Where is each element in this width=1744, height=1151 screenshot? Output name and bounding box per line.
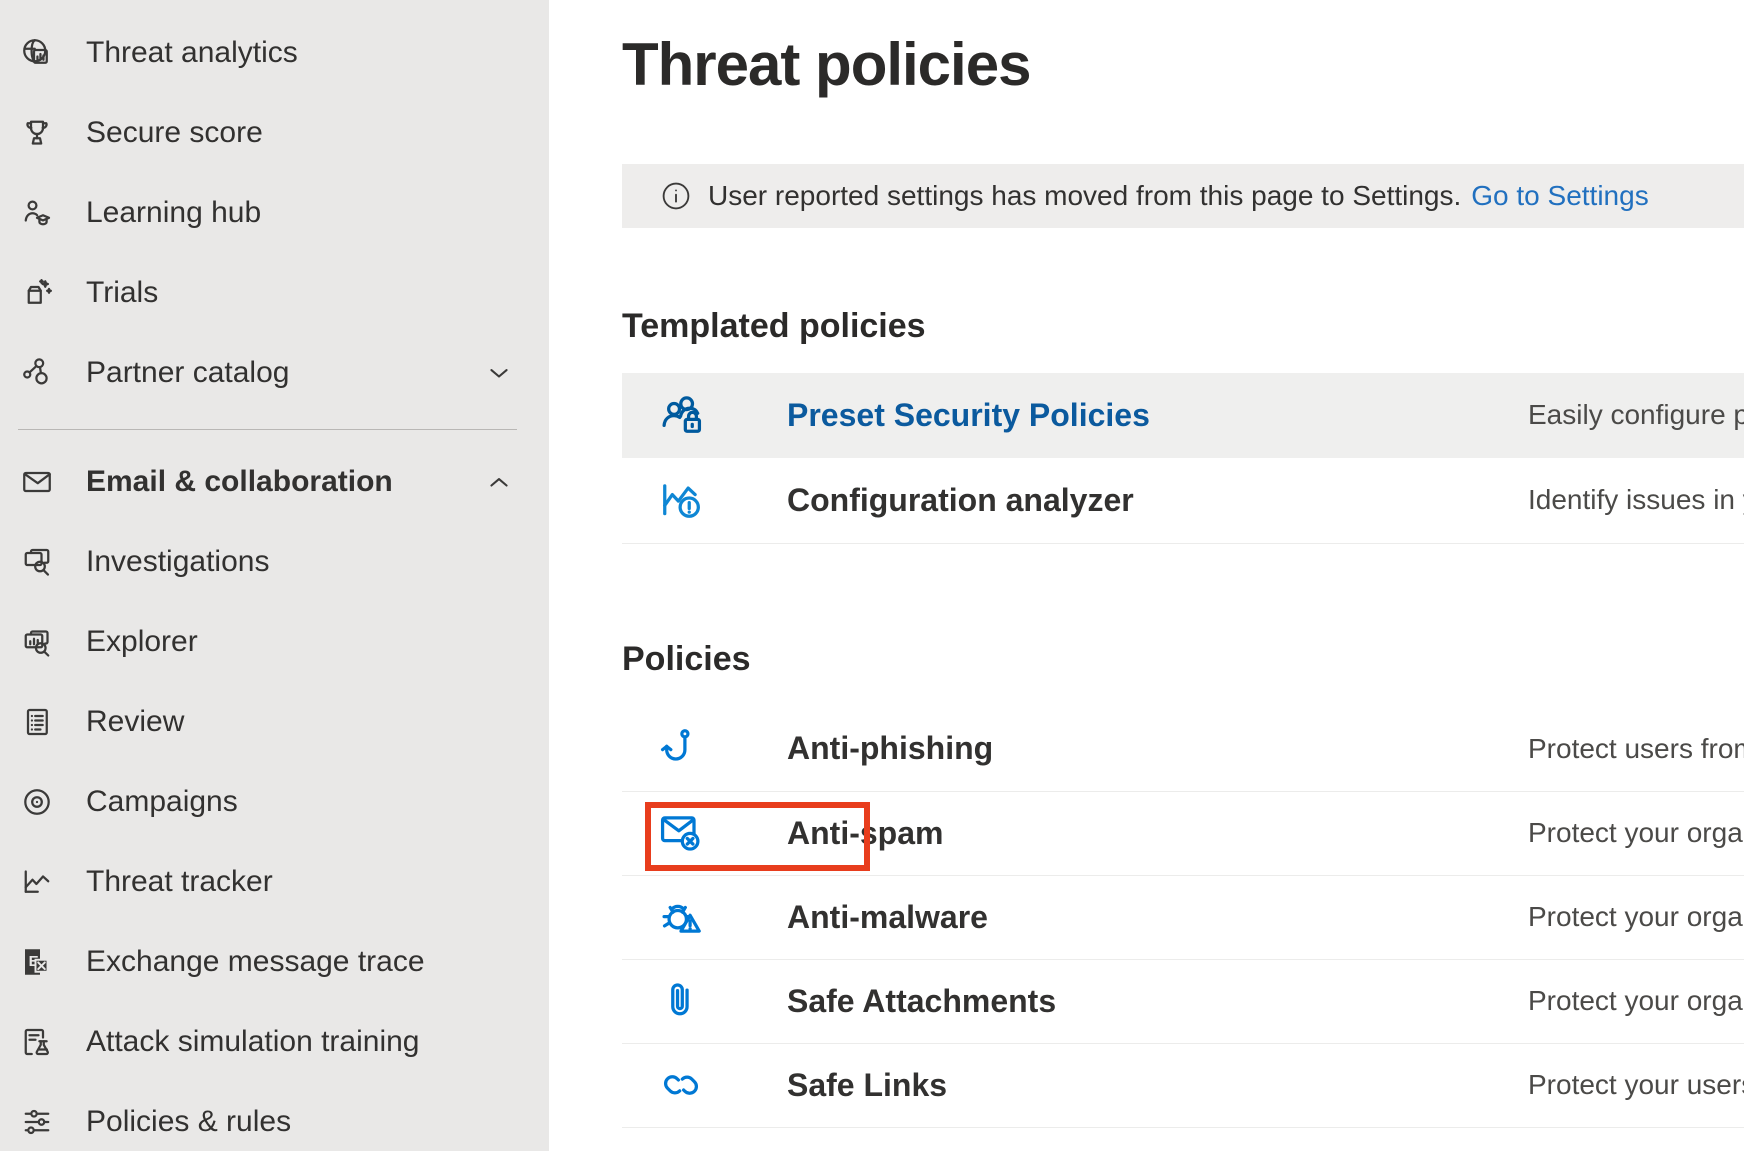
- policies-list: Anti-phishing Protect users from p Anti-…: [622, 707, 1744, 1128]
- sidebar-divider: [18, 429, 517, 430]
- policy-row-preset-security-policies[interactable]: Preset Security Policies Easily configur…: [622, 373, 1744, 458]
- sidebar-item-threat-tracker[interactable]: Threat tracker: [0, 842, 549, 922]
- sidebar-item-attack-simulation-training[interactable]: Attack simulation training: [0, 1002, 549, 1082]
- sidebar-item-learning-hub[interactable]: Learning hub: [0, 173, 549, 253]
- partner-catalog-icon: [18, 354, 56, 392]
- sidebar-item-label: Email & collaboration: [86, 465, 393, 499]
- sidebar-item-review[interactable]: Review: [0, 682, 549, 762]
- sidebar-item-label: Partner catalog: [86, 356, 289, 390]
- sidebar-item-label: Investigations: [86, 545, 269, 579]
- campaigns-icon: [18, 783, 56, 821]
- policy-row-description: Protect your users fr: [1528, 1069, 1744, 1101]
- sidebar-item-exchange-message-trace[interactable]: E Exchange message trace: [0, 922, 549, 1002]
- sidebar-item-label: Policies & rules: [86, 1105, 291, 1139]
- sidebar-item-explorer[interactable]: Explorer: [0, 602, 549, 682]
- paperclip-icon: [655, 975, 707, 1027]
- explorer-icon: [18, 623, 56, 661]
- trophy-icon: [18, 114, 56, 152]
- sidebar-item-label: Explorer: [86, 625, 198, 659]
- policy-row-description: Easily configure prot: [1528, 399, 1744, 431]
- review-icon: [18, 703, 56, 741]
- page-title: Threat policies: [622, 30, 1744, 101]
- sliders-icon: [18, 1103, 56, 1141]
- preset-security-policies-icon: [655, 389, 707, 441]
- go-to-settings-link[interactable]: Go to Settings: [1471, 180, 1648, 212]
- sidebar-item-label: Campaigns: [86, 785, 238, 819]
- policy-row-description: Identify issues in yo: [1528, 484, 1744, 516]
- policy-row-description: Protect your organiz: [1528, 985, 1744, 1017]
- defender-portal: Threat analytics Secure score: [0, 0, 1744, 1151]
- policy-row-safe-attachments[interactable]: Safe Attachments Protect your organiz: [622, 959, 1744, 1043]
- sidebar-item-label: Threat tracker: [86, 865, 273, 899]
- policy-row-anti-malware[interactable]: Anti-malware Protect your organiz: [622, 875, 1744, 959]
- section-heading-templated-policies: Templated policies: [622, 308, 1744, 344]
- policy-row-anti-phishing[interactable]: Anti-phishing Protect users from p: [622, 707, 1744, 791]
- chevron-down-icon[interactable]: [485, 359, 513, 387]
- anti-spam-icon: [655, 807, 707, 859]
- sidebar-item-label: Trials: [86, 276, 158, 310]
- attack-simulation-icon: [18, 1023, 56, 1061]
- learning-hub-icon: [18, 194, 56, 232]
- policy-row-configuration-analyzer[interactable]: Configuration analyzer Identify issues i…: [622, 458, 1744, 543]
- sidebar-item-label: Review: [86, 705, 184, 739]
- sidebar-item-secure-score[interactable]: Secure score: [0, 93, 549, 173]
- sidebar-item-investigations[interactable]: Investigations: [0, 522, 549, 602]
- configuration-analyzer-icon: [655, 474, 707, 526]
- sidebar-item-label: Secure score: [86, 116, 263, 150]
- threat-tracker-icon: [18, 863, 56, 901]
- policy-row-label[interactable]: Safe Links: [787, 1067, 947, 1104]
- sidebar-item-label: Learning hub: [86, 196, 261, 230]
- exchange-logo-icon: E: [18, 943, 56, 981]
- policy-row-label[interactable]: Configuration analyzer: [787, 482, 1134, 519]
- policy-row-label[interactable]: Anti-phishing: [787, 730, 993, 767]
- sidebar-item-partner-catalog[interactable]: Partner catalog: [0, 333, 549, 413]
- policy-row-anti-spam[interactable]: Anti-spam Protect your organiz: [622, 791, 1744, 875]
- banner-message: User reported settings has moved from th…: [708, 180, 1461, 212]
- chevron-up-icon[interactable]: [485, 468, 513, 496]
- templated-policies-list: Preset Security Policies Easily configur…: [622, 373, 1744, 544]
- investigations-icon: [18, 543, 56, 581]
- policy-row-label[interactable]: Preset Security Policies: [787, 397, 1150, 434]
- envelope-icon: [18, 463, 56, 501]
- info-banner: User reported settings has moved from th…: [622, 164, 1744, 228]
- threat-analytics-icon: [18, 34, 56, 72]
- chain-links-icon: [655, 1059, 707, 1111]
- policy-row-label[interactable]: Anti-spam: [787, 815, 943, 852]
- anti-malware-icon: [655, 891, 707, 943]
- sidebar-item-label: Exchange message trace: [86, 945, 425, 979]
- sidebar-item-policies-rules[interactable]: Policies & rules: [0, 1082, 549, 1151]
- policy-row-label[interactable]: Safe Attachments: [787, 983, 1056, 1020]
- policy-row-description: Protect your organiz: [1528, 901, 1744, 933]
- sidebar-item-label: Attack simulation training: [86, 1025, 420, 1059]
- anti-phishing-icon: [655, 723, 707, 775]
- policy-row-label[interactable]: Anti-malware: [787, 899, 988, 936]
- policy-row-description: Protect users from p: [1528, 733, 1744, 765]
- policy-row-description: Protect your organiz: [1528, 817, 1744, 849]
- section-heading-policies: Policies: [622, 641, 1744, 677]
- info-icon: [660, 180, 692, 212]
- trials-icon: [18, 274, 56, 312]
- sidebar-item-label: Threat analytics: [86, 36, 298, 70]
- sidebar: Threat analytics Secure score: [0, 0, 549, 1151]
- sidebar-item-email-collaboration[interactable]: Email & collaboration: [0, 442, 549, 522]
- sidebar-item-trials[interactable]: Trials: [0, 253, 549, 333]
- sidebar-item-campaigns[interactable]: Campaigns: [0, 762, 549, 842]
- main-content: Threat policies User reported settings h…: [549, 0, 1744, 1151]
- policy-row-safe-links[interactable]: Safe Links Protect your users fr: [622, 1043, 1744, 1127]
- sidebar-item-threat-analytics[interactable]: Threat analytics: [0, 13, 549, 93]
